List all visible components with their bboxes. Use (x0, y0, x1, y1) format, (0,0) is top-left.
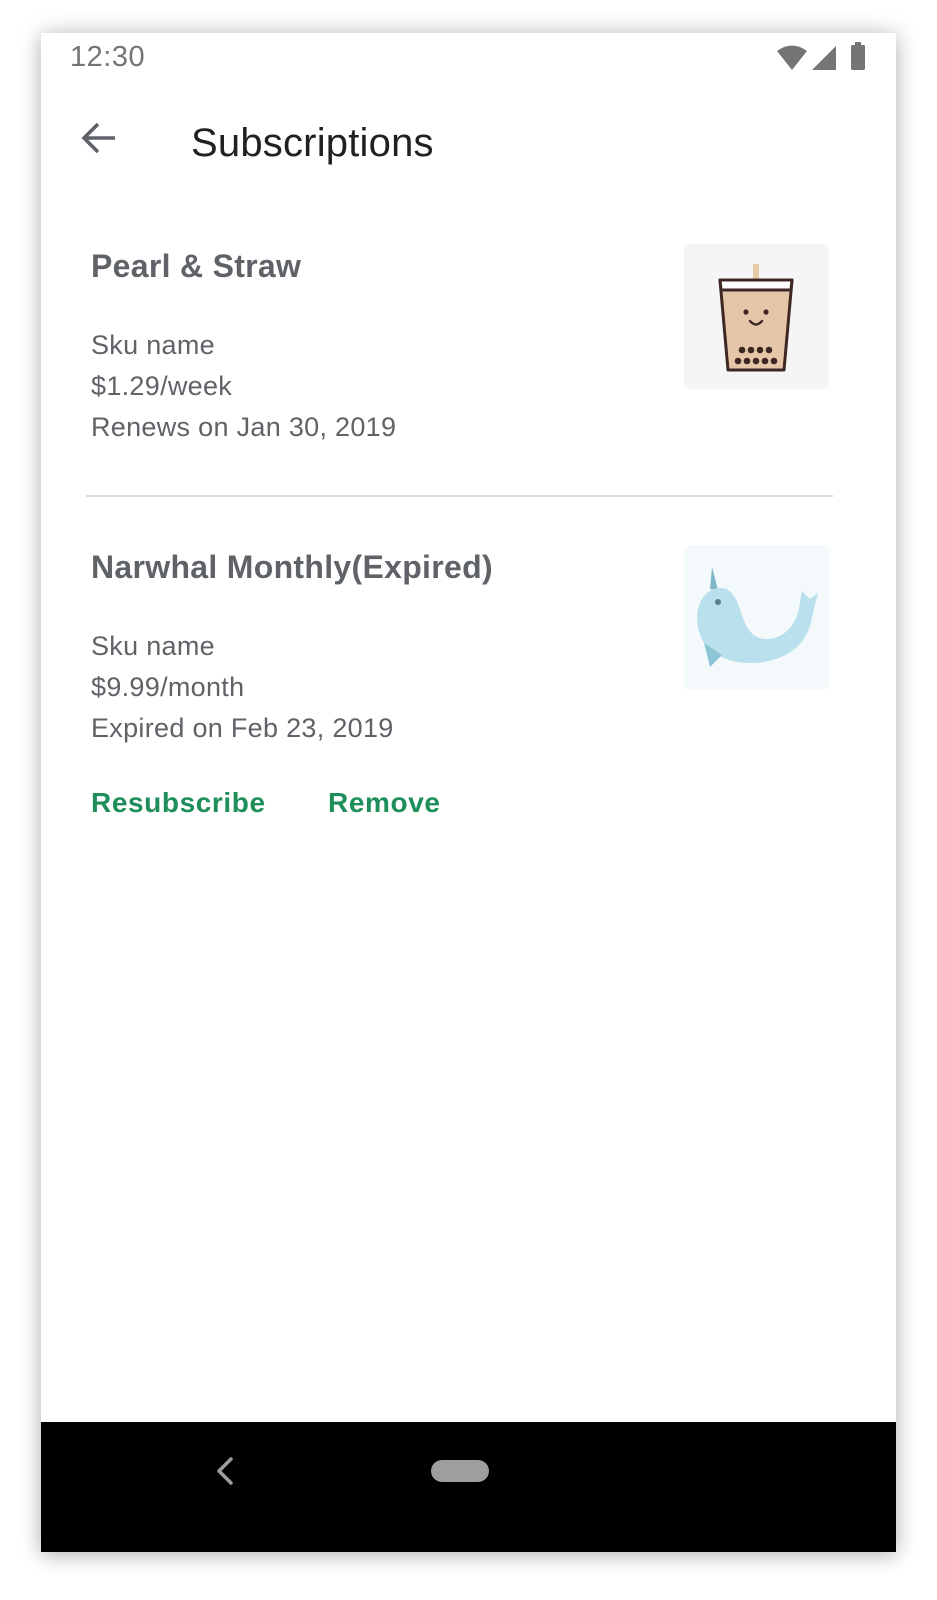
stage: 12:30 Subscriptions Pearl & Straw Sku na… (0, 0, 937, 1600)
back-arrow-icon[interactable] (79, 118, 119, 158)
subscription-renewal: Renews on Jan 30, 2019 (91, 412, 397, 442)
subscription-item-narwhal[interactable]: Narwhal Monthly(Expired) Sku name $9.99/… (41, 529, 896, 849)
app-bar: Subscriptions (41, 83, 896, 213)
nav-back-icon[interactable] (211, 1456, 241, 1486)
subscription-thumbnail (684, 545, 829, 690)
status-bar: 12:30 (41, 33, 896, 83)
wifi-icon (777, 45, 807, 70)
nav-home-pill[interactable] (431, 1460, 489, 1482)
subscription-title: Pearl & Straw (91, 248, 302, 284)
divider (86, 495, 833, 497)
battery-icon (851, 42, 865, 70)
remove-button[interactable]: Remove (328, 787, 441, 819)
subscription-price: $1.29/week (91, 371, 233, 401)
subscription-sku: Sku name (91, 330, 215, 360)
bubble-tea-icon (718, 264, 794, 372)
subscription-item-pearl-straw[interactable]: Pearl & Straw Sku name $1.29/week Renews… (41, 228, 896, 488)
subscription-expiry: Expired on Feb 23, 2019 (91, 713, 394, 743)
cell-signal-icon (812, 46, 836, 70)
phone-screen: 12:30 Subscriptions Pearl & Straw Sku na… (41, 33, 896, 1552)
status-icons (776, 42, 868, 72)
subscription-title: Narwhal Monthly(Expired) (91, 549, 493, 585)
narwhal-icon (697, 567, 818, 667)
resubscribe-button[interactable]: Resubscribe (91, 787, 266, 819)
subscription-sku: Sku name (91, 631, 215, 661)
system-nav-bar (41, 1422, 896, 1552)
subscription-thumbnail (684, 244, 829, 389)
page-title: Subscriptions (191, 121, 434, 165)
status-time: 12:30 (70, 41, 146, 73)
subscription-price: $9.99/month (91, 672, 245, 702)
